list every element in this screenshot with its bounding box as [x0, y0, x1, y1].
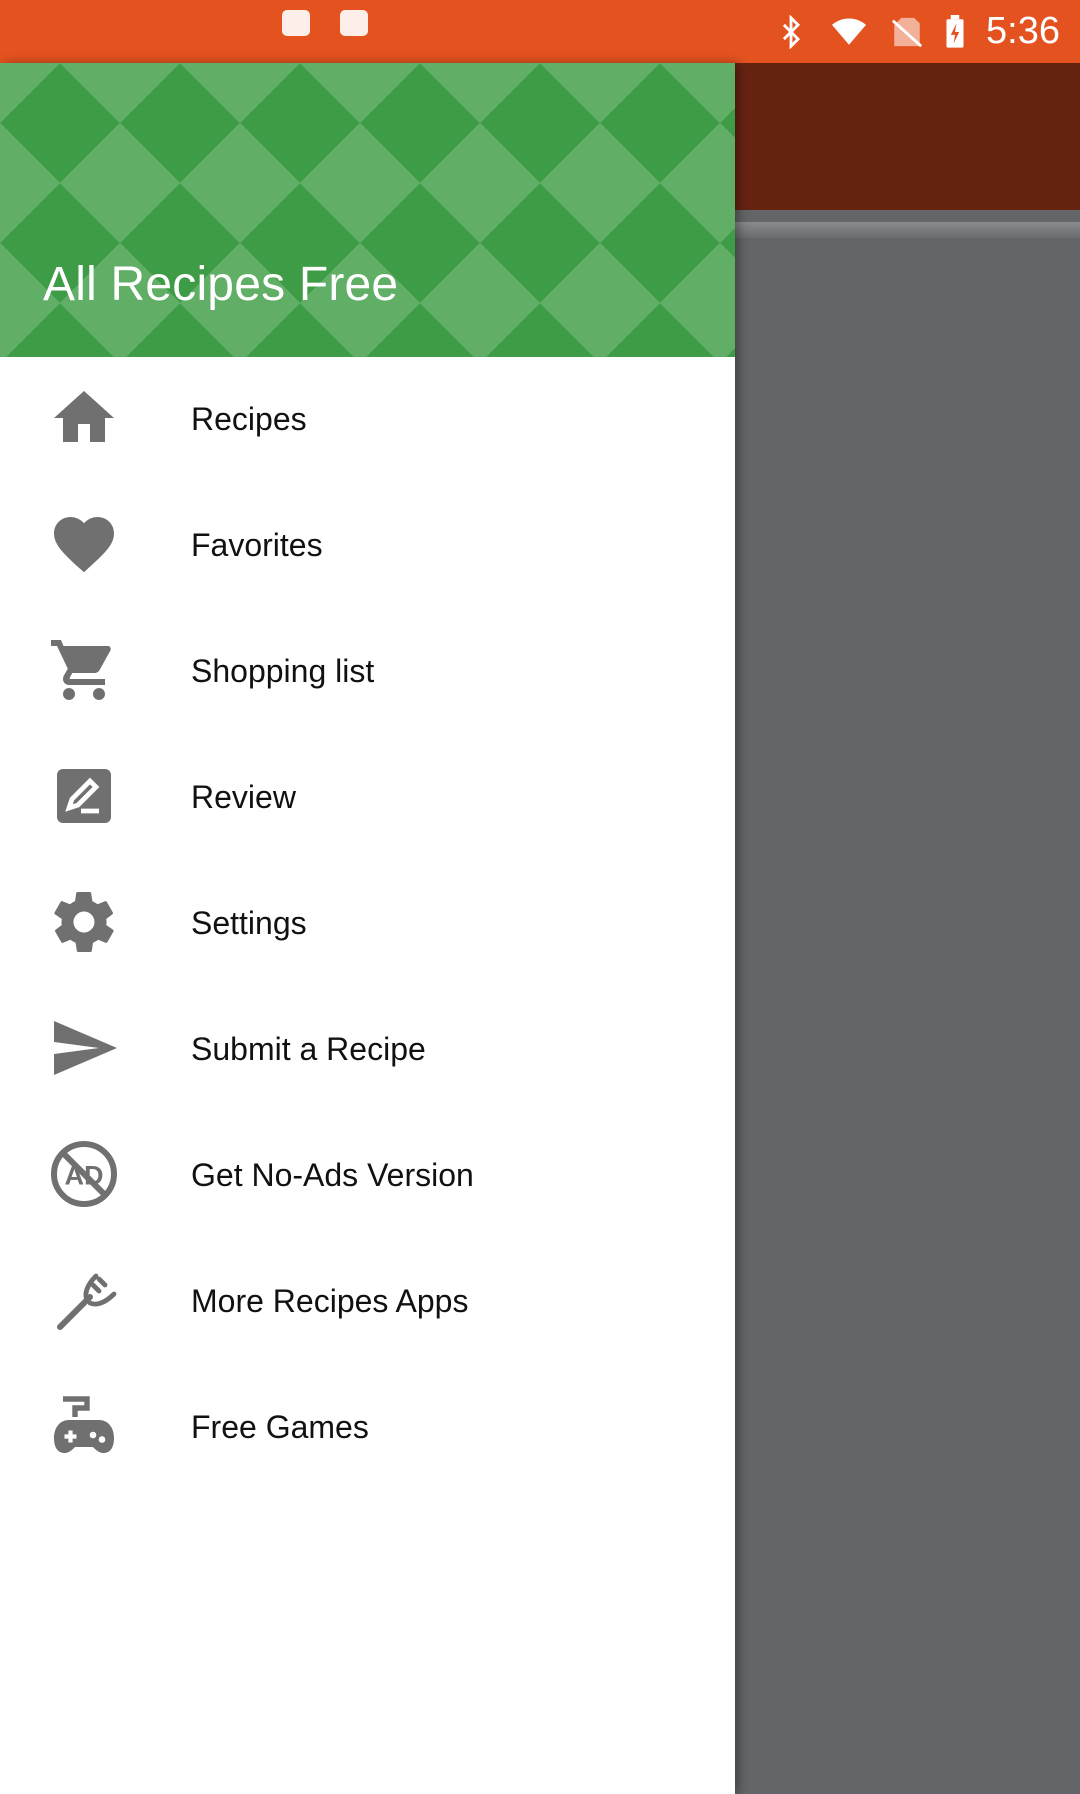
notification-icons	[282, 10, 368, 36]
notification-icon-1	[282, 10, 310, 36]
heart-icon	[48, 508, 120, 580]
menu-item-free-games[interactable]: Free Games	[0, 1365, 735, 1491]
menu-item-label: Shopping list	[191, 653, 375, 689]
menu-item-favorites[interactable]: Favorites	[0, 483, 735, 609]
wifi-icon	[832, 18, 867, 45]
home-icon	[48, 382, 120, 454]
cart-icon	[48, 634, 120, 706]
menu-item-label: Review	[191, 779, 296, 815]
edit-icon	[48, 760, 120, 832]
status-bar: 5:36	[0, 0, 1080, 63]
send-icon	[48, 1012, 120, 1084]
fork-icon	[48, 1264, 120, 1336]
app-title: All Recipes Free	[43, 258, 399, 311]
background-divider	[735, 222, 1080, 238]
no-ads-icon: AD	[48, 1138, 120, 1210]
menu-item-shopping-list[interactable]: Shopping list	[0, 609, 735, 735]
menu-item-label: Favorites	[191, 527, 323, 563]
menu-item-submit-recipe[interactable]: Submit a Recipe	[0, 987, 735, 1113]
menu-item-recipes[interactable]: Recipes	[0, 357, 735, 483]
menu-item-settings[interactable]: Settings	[0, 861, 735, 987]
menu-item-label: Get No-Ads Version	[191, 1157, 474, 1193]
no-sim-icon	[891, 17, 923, 47]
menu-item-label: More Recipes Apps	[191, 1283, 469, 1319]
menu-item-label: Submit a Recipe	[191, 1031, 426, 1067]
navigation-drawer: All Recipes Free Recipes Favorites Shopp…	[0, 63, 735, 1794]
drawer-menu: Recipes Favorites Shopping list Review S	[0, 357, 735, 1491]
gear-icon	[48, 886, 120, 958]
menu-item-more-apps[interactable]: More Recipes Apps	[0, 1239, 735, 1365]
battery-charging-icon	[946, 14, 964, 48]
menu-item-label: Settings	[191, 905, 307, 941]
bluetooth-icon	[782, 14, 801, 49]
menu-item-review[interactable]: Review	[0, 735, 735, 861]
gamepad-icon	[48, 1390, 120, 1462]
clock: 5:36	[986, 10, 1060, 52]
drawer-header: All Recipes Free	[0, 63, 735, 357]
menu-item-label: Free Games	[191, 1409, 369, 1445]
notification-icon-2	[340, 10, 368, 36]
menu-item-label: Recipes	[191, 401, 307, 437]
background-app-bar	[735, 63, 1080, 210]
svg-text:AD: AD	[65, 1161, 104, 1191]
menu-item-no-ads[interactable]: AD Get No-Ads Version	[0, 1113, 735, 1239]
